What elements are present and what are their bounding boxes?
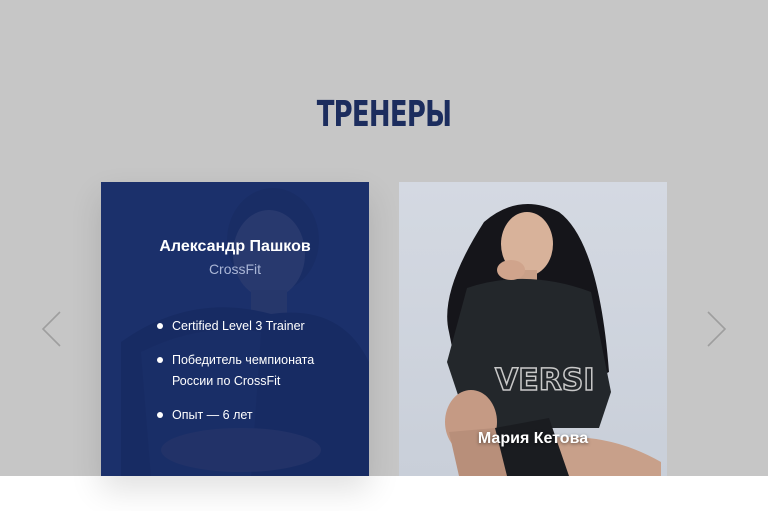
carousel-next-button[interactable]	[704, 310, 728, 348]
bullet-icon	[157, 412, 163, 418]
trainers-section: ТРЕНЕРЫ Александр Пашков CrossFit Certif…	[0, 0, 768, 476]
trainer-name: Александр Пашков	[159, 238, 311, 255]
achievements-list: Certified Level 3 Trainer Победитель чем…	[157, 316, 357, 439]
bullet-icon	[157, 357, 163, 363]
trainer-sport: CrossFit	[208, 261, 262, 277]
achievement-text: Certified Level 3 Trainer	[172, 319, 305, 333]
list-item: Победитель чемпионата России по CrossFit	[157, 350, 357, 392]
chevron-left-icon	[41, 311, 61, 347]
achievement-text: Опыт — 6 лет	[172, 408, 253, 422]
chevron-right-icon	[707, 311, 727, 347]
trainer-card[interactable]: Александр Пашков CrossFit Certified Leve…	[101, 182, 369, 476]
carousel-prev-button[interactable]	[40, 310, 64, 348]
list-item: Certified Level 3 Trainer	[157, 316, 357, 337]
trainer-name: Мария Кетова	[477, 430, 589, 447]
achievement-text: Победитель чемпионата России по CrossFit	[172, 353, 315, 388]
bullet-icon	[157, 323, 163, 329]
list-item: Опыт — 6 лет	[157, 405, 357, 426]
section-title: ТРЕНЕРЫ	[316, 94, 452, 135]
trainer-card[interactable]: VERSI Мария Кетова	[399, 182, 667, 476]
svg-text:VERSI: VERSI	[495, 363, 595, 398]
